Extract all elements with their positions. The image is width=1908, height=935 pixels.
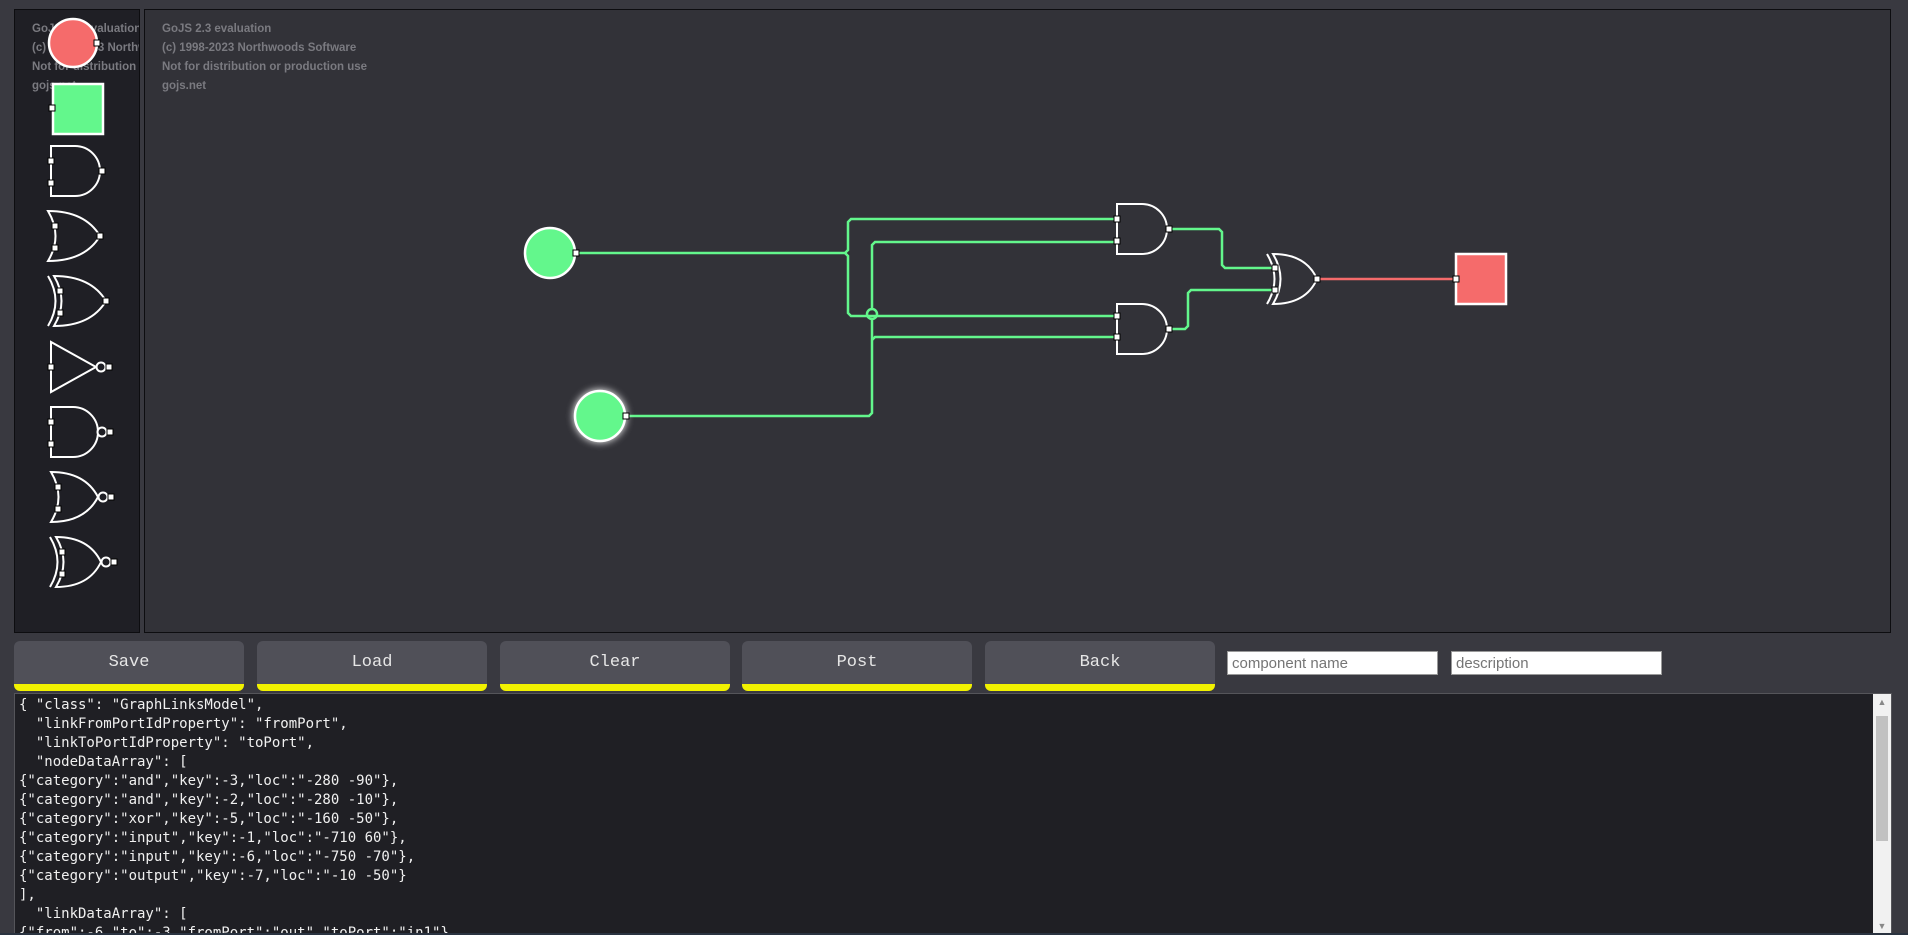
toolbar: Save Load Clear Post Back	[0, 641, 1908, 692]
link-input2-and2[interactable]	[871, 335, 1116, 341]
link-input1-and2[interactable]	[844, 252, 1116, 318]
back-button[interactable]: Back	[985, 641, 1215, 691]
link-and2-xor[interactable]	[1169, 288, 1275, 331]
clear-button[interactable]: Clear	[500, 641, 730, 691]
palette-output-node[interactable]	[47, 17, 101, 69]
component-name-input[interactable]	[1227, 651, 1438, 675]
palette-xor-gate[interactable]	[47, 274, 110, 328]
palette-or-gate[interactable]	[46, 209, 104, 263]
and-gate-1[interactable]	[1113, 203, 1173, 255]
save-button[interactable]: Save	[14, 641, 244, 691]
palette-and-gate[interactable]	[47, 145, 106, 197]
palette-input-node[interactable]	[48, 82, 105, 136]
textarea-scrollbar[interactable]: ▲ ▼	[1873, 694, 1891, 934]
scroll-down-arrow-icon[interactable]: ▼	[1873, 918, 1891, 934]
link-input1-and1[interactable]	[576, 217, 1116, 255]
post-button[interactable]: Post	[742, 641, 972, 691]
and-gate-2[interactable]	[1113, 303, 1173, 355]
link-input2-and1[interactable]	[626, 240, 1116, 418]
palette-panel: GoJS 2.3 evaluation (c) 1998-2023 Northw…	[14, 9, 140, 633]
input-node-1[interactable]	[523, 226, 580, 280]
scroll-up-arrow-icon[interactable]: ▲	[1873, 694, 1891, 710]
input-node-2[interactable]	[573, 389, 630, 443]
load-button[interactable]: Load	[257, 641, 487, 691]
palette-not-gate[interactable]	[47, 340, 113, 394]
output-node[interactable]	[1452, 252, 1508, 306]
xor-gate[interactable]	[1266, 252, 1321, 306]
palette-xnor-gate[interactable]	[49, 535, 118, 589]
link-and1-xor[interactable]	[1169, 227, 1275, 270]
palette-nand-gate[interactable]	[47, 406, 114, 458]
description-input[interactable]	[1451, 651, 1662, 675]
model-json-textarea[interactable]	[14, 693, 1892, 935]
diagram-canvas[interactable]: GoJS 2.3 evaluation (c) 1998-2023 Northw…	[144, 9, 1891, 633]
palette-nor-gate[interactable]	[49, 470, 115, 524]
scroll-thumb[interactable]	[1876, 716, 1888, 841]
